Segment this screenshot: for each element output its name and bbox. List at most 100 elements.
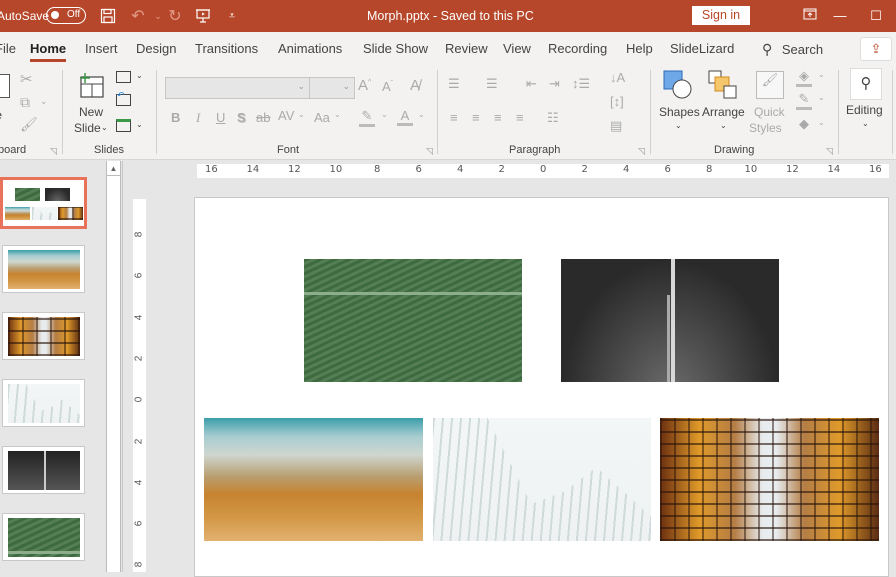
tab-recording[interactable]: Recording (548, 41, 607, 56)
format-painter-icon[interactable]: 🖌 (20, 116, 38, 133)
tab-animations[interactable]: Animations (278, 41, 342, 56)
undo-icon[interactable]: ↶ (128, 6, 148, 26)
chevron-down-icon[interactable]: ⌄ (720, 121, 727, 130)
highlight-color-icon[interactable]: ✎ (359, 108, 375, 127)
find-icon[interactable]: ⚲ (850, 68, 882, 100)
shadow-button[interactable]: S (237, 110, 246, 125)
save-icon[interactable] (98, 6, 118, 26)
font-launcher-icon[interactable]: ◹ (426, 146, 433, 157)
cable-bridge-image[interactable] (561, 259, 779, 382)
tab-review[interactable]: Review (445, 41, 488, 56)
minimize-icon[interactable]: — (830, 6, 850, 26)
ribbon-display-options-icon[interactable] (800, 6, 820, 26)
editing-label[interactable]: Editing (846, 103, 883, 118)
paste-icon[interactable] (0, 74, 10, 98)
shapes-icon[interactable] (663, 70, 693, 103)
cut-icon[interactable]: ✂ (20, 70, 33, 88)
paragraph-launcher-icon[interactable]: ◹ (638, 146, 645, 157)
aerial-beach-image[interactable] (204, 418, 423, 541)
quick-styles-label-2[interactable]: Styles (749, 121, 782, 136)
columns-icon[interactable]: ☷ (547, 110, 559, 126)
tab-transitions[interactable]: Transitions (195, 41, 258, 56)
tab-slidelizard[interactable]: SlideLizard (670, 41, 734, 56)
paste-label[interactable]: te (0, 108, 2, 123)
align-center-icon[interactable]: ≡ (472, 110, 480, 125)
align-text-icon[interactable]: [↕] (610, 94, 624, 109)
tab-insert[interactable]: Insert (85, 41, 118, 56)
sign-in-button[interactable]: Sign in (692, 6, 750, 25)
section-dropdown-icon[interactable]: ⌄ (136, 120, 143, 129)
increase-indent-icon[interactable]: ⇥ (549, 76, 560, 92)
tab-view[interactable]: View (503, 41, 531, 56)
font-size-combo[interactable]: ⌄ (309, 77, 355, 99)
strikethrough-button[interactable]: ab (256, 110, 270, 125)
slide-thumbnail-3[interactable] (2, 312, 85, 360)
chevron-down-icon[interactable]: ⌄ (818, 70, 825, 79)
decrease-font-size-icon[interactable]: Aˇ (382, 79, 393, 94)
green-leaf-image[interactable] (304, 259, 522, 382)
align-left-icon[interactable]: ≡ (450, 110, 458, 125)
new-slide-icon[interactable] (78, 72, 106, 103)
numbering-icon[interactable]: ☰ (486, 76, 498, 92)
new-slide-label-1[interactable]: New (79, 105, 103, 120)
tab-file[interactable]: File (0, 41, 16, 56)
share-button[interactable]: ⇪ (860, 37, 892, 61)
new-slide-dropdown-icon[interactable]: ⌄ (101, 123, 108, 132)
chevron-down-icon[interactable]: ⌄ (334, 110, 341, 119)
text-direction-icon[interactable]: ↓A (610, 70, 625, 85)
slide-thumbnail-6[interactable] (2, 513, 85, 561)
tab-slide-show[interactable]: Slide Show (363, 41, 428, 56)
copy-dropdown-icon[interactable]: ⌄ (40, 96, 48, 107)
font-color-icon[interactable]: A (397, 108, 413, 126)
layout-icon[interactable] (116, 71, 131, 83)
underline-button[interactable]: U (216, 110, 225, 125)
line-spacing-icon[interactable]: ↕☰ (572, 76, 590, 92)
clipboard-launcher-icon[interactable]: ◹ (50, 146, 57, 157)
white-architecture-image[interactable] (433, 418, 651, 541)
bold-button[interactable]: B (171, 110, 180, 125)
convert-to-smartart-icon[interactable]: ▤ (610, 118, 622, 134)
justify-icon[interactable]: ≡ (516, 110, 524, 125)
autosave-toggle[interactable]: Off (46, 7, 86, 24)
italic-button[interactable]: I (196, 110, 200, 126)
quick-styles-icon[interactable]: 🖌 (756, 71, 784, 99)
slide-thumbnail-4[interactable] (2, 379, 85, 427)
redo-icon[interactable]: ↻ (165, 6, 185, 26)
tab-help[interactable]: Help (626, 41, 653, 56)
new-slide-label-2[interactable]: Slide (74, 121, 101, 136)
customize-qat-icon[interactable]: ⩡ (222, 6, 242, 26)
section-icon[interactable] (116, 119, 131, 132)
arrange-label[interactable]: Arrange (702, 105, 745, 120)
shape-fill-icon[interactable]: ◈ (796, 68, 812, 87)
increase-font-size-icon[interactable]: A^ (358, 77, 371, 94)
copy-icon[interactable]: ⧉ (20, 94, 30, 111)
tab-design[interactable]: Design (136, 41, 176, 56)
shape-outline-icon[interactable]: ✎ (796, 91, 812, 110)
slide-thumbnail-1[interactable] (0, 177, 87, 229)
chevron-down-icon[interactable]: ⌄ (818, 93, 825, 102)
maximize-icon[interactable]: ☐ (866, 6, 886, 26)
shapes-label[interactable]: Shapes (659, 105, 700, 120)
slide-canvas[interactable] (194, 197, 889, 577)
layout-dropdown-icon[interactable]: ⌄ (136, 71, 143, 80)
search-box[interactable]: ⚲ Search (762, 41, 823, 58)
align-right-icon[interactable]: ≡ (494, 110, 502, 125)
slide-thumbnail-2[interactable] (2, 245, 85, 293)
decrease-indent-icon[interactable]: ⇤ (526, 76, 537, 92)
change-case-button[interactable]: Aa (314, 110, 330, 125)
quick-styles-label-1[interactable]: Quick (754, 105, 785, 120)
present-from-start-icon[interactable] (193, 6, 213, 26)
shape-effects-icon[interactable]: ◆ (796, 116, 812, 132)
glass-towers-image[interactable] (660, 418, 879, 541)
scroll-up-icon[interactable]: ▲ (107, 161, 120, 176)
tab-home[interactable]: Home (30, 41, 67, 62)
chevron-down-icon[interactable]: ⌄ (818, 118, 825, 127)
chevron-down-icon[interactable]: ⌄ (675, 121, 682, 130)
chevron-down-icon[interactable]: ⌄ (862, 119, 869, 128)
clear-formatting-icon[interactable]: A̸ (410, 77, 420, 94)
reset-slide-icon[interactable]: ↶ (116, 90, 131, 106)
thumbnail-scrollbar[interactable]: ▲ (106, 161, 121, 572)
slide-thumbnail-5[interactable] (2, 446, 85, 494)
chevron-down-icon[interactable]: ⌄ (298, 110, 305, 119)
bullets-icon[interactable]: ☰ (448, 76, 460, 92)
